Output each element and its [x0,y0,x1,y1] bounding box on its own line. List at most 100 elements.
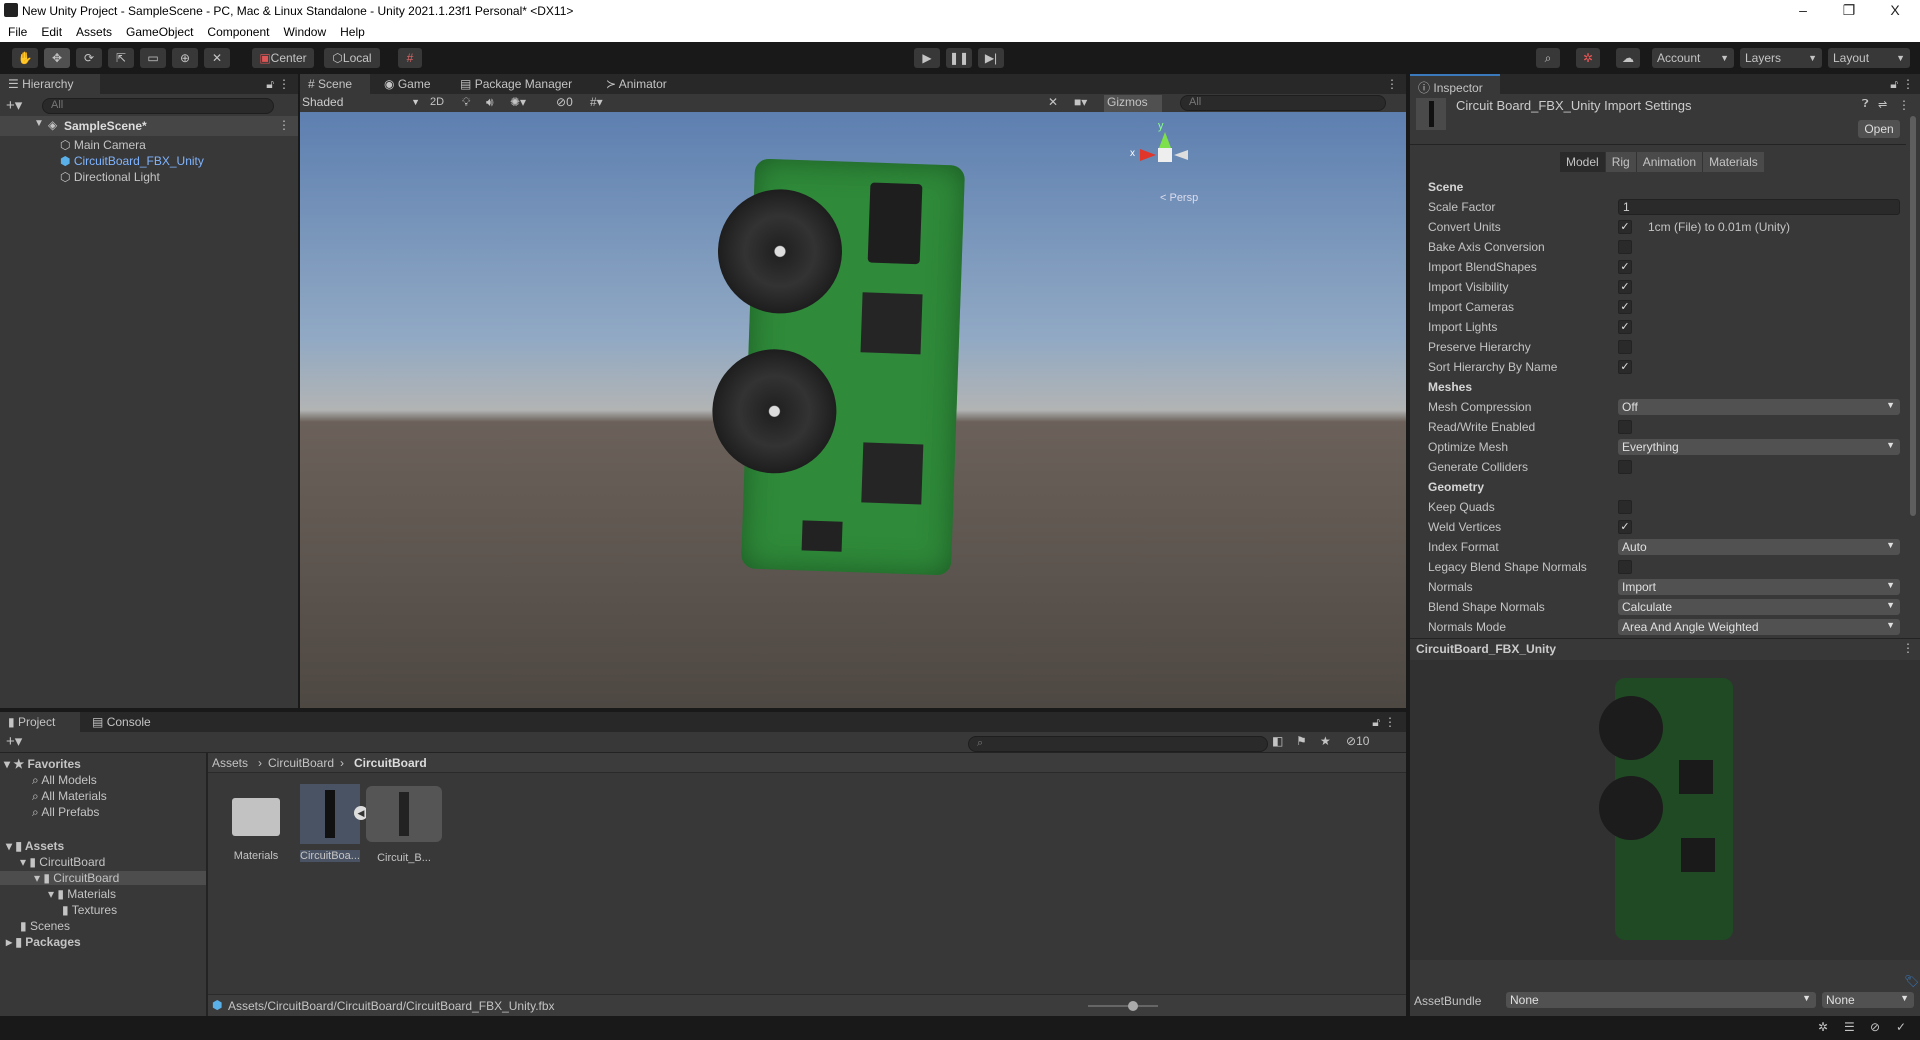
minimize-button[interactable]: – [1788,2,1818,18]
asset-item[interactable]: Materials [226,790,286,862]
hierarchy-item[interactable]: ⬡ Directional Light [60,170,160,184]
scene-search-input[interactable]: All [1180,95,1386,111]
setting-dropdown[interactable]: Auto ▼ [1618,539,1900,555]
tab-model[interactable]: Model [1560,152,1605,172]
setting-checkbox[interactable]: ✓ [1618,220,1632,234]
layers-dropdown[interactable]: Layers ▼ [1740,48,1822,68]
search-by-type-icon[interactable]: ◧ [1272,734,1283,748]
folder-tree-item[interactable]: ▾ ▮ Assets [0,839,206,853]
pause-button[interactable]: ❚❚ [946,48,972,68]
menu-window[interactable]: Window [283,25,326,39]
setting-dropdown[interactable]: Off ▼ [1618,399,1900,415]
setting-dropdown[interactable]: Import ▼ [1618,579,1900,595]
shading-mode-dropdown[interactable]: Shaded ▼ [302,95,420,109]
setting-dropdown[interactable]: Everything ▼ [1618,439,1900,455]
tab-console[interactable]: ▤ Console [84,712,159,732]
open-button[interactable]: Open [1858,120,1900,138]
menu-help[interactable]: Help [340,25,365,39]
cloud-icon[interactable]: ☁ [1616,48,1640,68]
folder-tree-item[interactable]: ▾ ▮ CircuitBoard [0,855,206,869]
maximize-button[interactable]: ❐ [1834,2,1864,19]
folder-tree-item[interactable]: ▮ Scenes [0,919,206,933]
help-icon[interactable]: ❓︎ [1862,98,1869,111]
transform-tool-icon[interactable]: ⊕ [172,48,198,68]
setting-checkbox[interactable]: ✓ [1618,260,1632,274]
tab-materials[interactable]: Materials [1702,152,1764,172]
search-icon[interactable]: ⌕ [1536,48,1560,68]
rotate-tool-icon[interactable]: ⟳ [76,48,102,68]
effects-toggle-icon[interactable]: ✺▾ [510,95,526,109]
more-menu-icon[interactable]: ⋮ [1902,77,1914,91]
grid-snap-icon[interactable]: # [398,48,422,68]
favorite-search-item[interactable]: ⌕ All Materials [32,789,107,804]
folder-tree-item[interactable]: ▸ ▮ Packages [0,935,206,949]
inspector-scrollbar[interactable] [1908,96,1918,706]
scene-menu-icon[interactable]: ⋮ [278,118,290,132]
project-search-input[interactable]: ⌕ [968,736,1268,752]
setting-checkbox[interactable]: ✓ [1618,320,1632,334]
lighting-toggle-icon[interactable]: 💡︎ [462,95,470,110]
tab-rig[interactable]: Rig [1604,152,1636,172]
close-button[interactable]: X [1880,2,1910,18]
more-menu-icon[interactable]: ⋮ [278,77,290,91]
layout-dropdown[interactable]: Layout ▼ [1828,48,1910,68]
scene-row[interactable]: ▼ ◈ SampleScene* ⋮ [0,116,298,136]
rect-tool-icon[interactable]: ▭ [140,48,166,68]
cache-icon[interactable]: ☰ [1844,1020,1855,1034]
custom-tool-icon[interactable]: ✕ [204,48,230,68]
tab-package-manager[interactable]: ▤ Package Manager [452,74,580,94]
setting-dropdown[interactable]: Calculate ▼ [1618,599,1900,615]
camera-icon[interactable]: ■▾ [1074,95,1087,109]
setting-checkbox[interactable]: ✓ [1618,520,1632,534]
account-dropdown[interactable]: Account ▼ [1652,48,1734,68]
grid-toggle-icon[interactable]: #▾ [590,95,603,109]
preview-menu-icon[interactable]: ⋮ [1902,641,1914,655]
progress-ok-icon[interactable]: ✓ [1896,1020,1906,1034]
asset-item[interactable]: Circuit_B... [366,786,442,864]
tab-animator[interactable]: ≻ Animator [598,74,675,94]
play-button[interactable]: ▶ [914,48,940,68]
folder-tree-item[interactable]: ▾ ▮ CircuitBoard [0,871,206,885]
setting-checkbox[interactable]: ✓ [1618,360,1632,374]
tab-project[interactable]: ▮ Project [0,712,80,732]
setting-field[interactable]: 1 [1618,199,1900,215]
hidden-objects-toggle[interactable]: ⊘0 [556,95,573,109]
collab-icon[interactable]: ✲ [1576,48,1600,68]
model-preview[interactable] [1410,660,1920,960]
favorite-search-item[interactable]: ⌕ All Prefabs [32,805,99,820]
setting-checkbox[interactable]: ✓ [1618,300,1632,314]
move-tool-icon[interactable]: ✥ [44,48,70,68]
hierarchy-item[interactable]: ⬢ CircuitBoard_FBX_Unity [60,154,204,168]
pivot-local-button[interactable]: ⬡ Local [324,48,380,68]
tab-scene[interactable]: # Scene [300,74,370,94]
create-asset-button[interactable]: +▾ [6,732,22,750]
lock-icon[interactable]: 🔓︎ [266,77,274,92]
scale-tool-icon[interactable]: ⇱ [108,48,134,68]
tab-inspector[interactable]: ⓘ Inspector [1410,74,1500,95]
audio-toggle-icon[interactable]: 🔊︎ [486,95,494,110]
lock-icon[interactable]: 🔓︎ [1372,715,1380,730]
add-object-button[interactable]: +▾ [6,96,22,114]
hand-tool-icon[interactable]: ✋ [12,48,38,68]
folder-tree-item[interactable]: ▮ Textures [0,903,206,917]
setting-checkbox[interactable] [1618,560,1632,574]
setting-checkbox[interactable] [1618,460,1632,474]
gizmo-x-arrow[interactable] [1140,149,1156,161]
preview-header[interactable]: CircuitBoard_FBX_Unity ⋮ [1410,638,1920,658]
debug-icon[interactable]: ✲ [1818,1020,1828,1034]
menu-component[interactable]: Component [207,25,269,39]
setting-checkbox[interactable] [1618,500,1632,514]
setting-checkbox[interactable] [1618,420,1632,434]
hierarchy-search-input[interactable]: All [42,98,274,114]
menu-file[interactable]: File [8,25,27,39]
menu-assets[interactable]: Assets [76,25,112,39]
label-tag-icon[interactable]: 🏷︎ [1904,974,1919,988]
tab-game[interactable]: ◉ Game [376,74,439,94]
presets-icon[interactable]: ⇌ [1878,98,1887,111]
scene-viewport[interactable]: y x < Persp [300,112,1406,708]
menu-edit[interactable]: Edit [41,25,62,39]
hierarchy-item[interactable]: ⬡ Main Camera [60,138,146,152]
setting-checkbox[interactable] [1618,340,1632,354]
breadcrumb-item[interactable]: CircuitBoard [354,756,427,770]
setting-checkbox[interactable]: ✓ [1618,280,1632,294]
